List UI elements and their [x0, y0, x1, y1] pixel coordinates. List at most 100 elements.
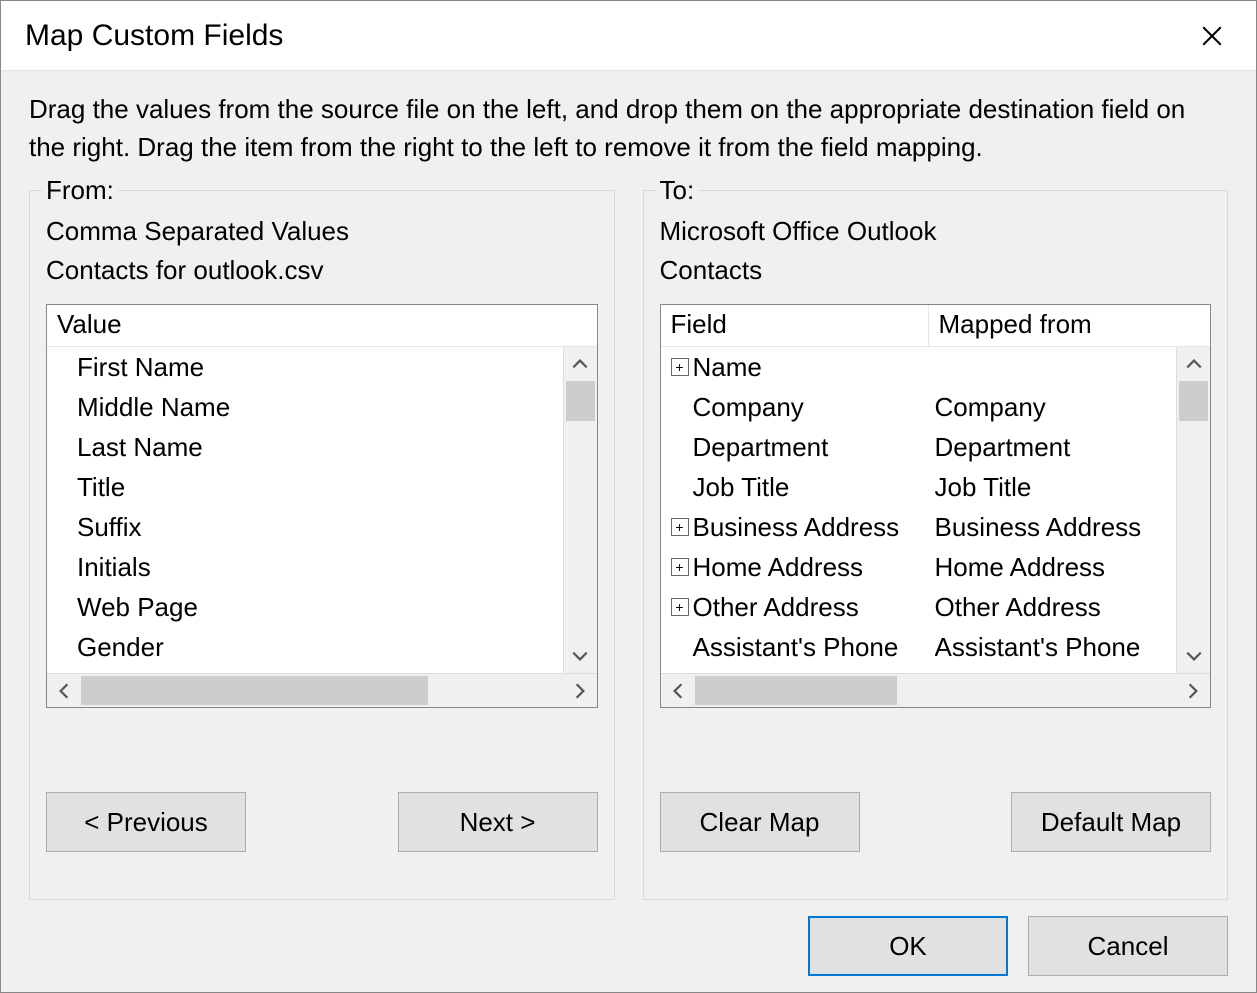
from-buttons: < Previous Next >	[46, 792, 598, 852]
scroll-track[interactable]	[1177, 381, 1210, 639]
list-item[interactable]: Suffix	[47, 507, 563, 547]
scroll-up-button[interactable]	[1177, 347, 1210, 381]
chevron-up-icon	[1185, 355, 1203, 373]
to-meta: Microsoft Office Outlook Contacts	[660, 212, 1212, 290]
mapped-from-cell: Other Address	[935, 592, 1177, 623]
chevron-left-icon	[55, 682, 73, 700]
list-item[interactable]: +Business AddressBusiness Address	[661, 507, 1177, 547]
scroll-down-button[interactable]	[564, 639, 597, 673]
value-cell: Web Page	[53, 592, 563, 623]
from-meta: Comma Separated Values Contacts for outl…	[46, 212, 598, 290]
from-rows: First Name Middle Name Last Name Title Suffi…	[47, 347, 563, 673]
previous-button[interactable]: < Previous	[46, 792, 246, 852]
mapped-from-cell: Assistant's Phone	[935, 632, 1177, 663]
to-label: To:	[656, 175, 699, 206]
next-button[interactable]: Next >	[398, 792, 598, 852]
scroll-up-button[interactable]	[564, 347, 597, 381]
mapped-from-cell: Department	[935, 432, 1177, 463]
field-cell: Job Title	[693, 472, 790, 503]
scroll-thumb[interactable]	[695, 676, 897, 705]
clear-map-button[interactable]: Clear Map	[660, 792, 860, 852]
value-cell: Last Name	[53, 432, 563, 463]
field-cell: Home Address	[693, 552, 864, 583]
dialog-title: Map Custom Fields	[25, 19, 1192, 53]
list-item[interactable]: First Name	[47, 347, 563, 387]
value-cell: Middle Name	[53, 392, 563, 423]
scroll-thumb[interactable]	[1179, 381, 1208, 421]
list-item[interactable]: Initials	[47, 547, 563, 587]
default-map-button[interactable]: Default Map	[1011, 792, 1211, 852]
scroll-thumb[interactable]	[81, 676, 428, 705]
from-file: Contacts for outlook.csv	[46, 251, 598, 290]
list-item[interactable]: Job Title Job Title	[661, 467, 1177, 507]
from-header-value[interactable]: Value	[47, 305, 597, 346]
list-item[interactable]: Company Company	[661, 387, 1177, 427]
scroll-down-button[interactable]	[1177, 639, 1210, 673]
mapped-from-cell: Business Address	[935, 512, 1177, 543]
value-cell: Initials	[53, 552, 563, 583]
scroll-track[interactable]	[564, 381, 597, 639]
expand-icon[interactable]: +	[671, 558, 689, 576]
to-buttons: Clear Map Default Map	[660, 792, 1212, 852]
to-list-body: +NameCompanyCompanyDepartmentDepartmentJ…	[661, 347, 1211, 673]
scroll-left-button[interactable]	[661, 674, 695, 707]
scroll-track[interactable]	[81, 674, 563, 707]
list-item[interactable]: +Home AddressHome Address	[661, 547, 1177, 587]
chevron-up-icon	[571, 355, 589, 373]
to-vscroll[interactable]	[1176, 347, 1210, 673]
map-custom-fields-dialog: Map Custom Fields Drag the values from t…	[0, 0, 1257, 993]
panes: From: Comma Separated Values Contacts fo…	[29, 190, 1228, 900]
to-group: To: Microsoft Office Outlook Contacts Fi…	[643, 190, 1229, 900]
chevron-down-icon	[571, 647, 589, 665]
from-vscroll[interactable]	[563, 347, 597, 673]
scroll-thumb[interactable]	[566, 381, 595, 421]
field-cell: Department	[693, 432, 829, 463]
mapped-from-cell: Home Address	[935, 552, 1177, 583]
cancel-button[interactable]: Cancel	[1028, 916, 1228, 976]
scroll-left-button[interactable]	[47, 674, 81, 707]
chevron-right-icon	[571, 682, 589, 700]
list-item[interactable]: Assistant's PhoneAssistant's Phone	[661, 627, 1177, 667]
value-cell: Title	[53, 472, 563, 503]
from-hscroll[interactable]	[47, 673, 597, 707]
value-cell: Gender	[53, 632, 563, 663]
chevron-left-icon	[669, 682, 687, 700]
value-cell: Suffix	[53, 512, 563, 543]
from-label: From:	[42, 175, 118, 206]
field-cell: Company	[693, 392, 804, 423]
list-item[interactable]: Gender	[47, 627, 563, 667]
expand-icon[interactable]: +	[671, 598, 689, 616]
to-app: Microsoft Office Outlook	[660, 212, 1212, 251]
close-button[interactable]	[1192, 16, 1232, 56]
expand-icon[interactable]: +	[671, 358, 689, 376]
scroll-right-button[interactable]	[1176, 674, 1210, 707]
mapped-from-cell: Job Title	[935, 472, 1177, 503]
chevron-right-icon	[1184, 682, 1202, 700]
to-list[interactable]: Field Mapped from +NameCompanyCompanyDep…	[660, 304, 1212, 708]
from-list[interactable]: Value First Name Middle Name Last Name Titl…	[46, 304, 598, 708]
instructions-text: Drag the values from the source file on …	[29, 91, 1228, 166]
list-item[interactable]: Web Page	[47, 587, 563, 627]
to-header-field[interactable]: Field	[661, 305, 929, 346]
scroll-track[interactable]	[695, 674, 1177, 707]
to-header-mapped[interactable]: Mapped from	[929, 305, 1211, 346]
list-item[interactable]: +Other AddressOther Address	[661, 587, 1177, 627]
list-item[interactable]: Department Department	[661, 427, 1177, 467]
mapped-from-cell: Company	[935, 392, 1177, 423]
to-hscroll[interactable]	[661, 673, 1211, 707]
list-item[interactable]: Middle Name	[47, 387, 563, 427]
from-format: Comma Separated Values	[46, 212, 598, 251]
from-group: From: Comma Separated Values Contacts fo…	[29, 190, 615, 900]
ok-button[interactable]: OK	[808, 916, 1008, 976]
chevron-down-icon	[1185, 647, 1203, 665]
field-cell: Name	[693, 352, 762, 383]
to-list-header: Field Mapped from	[661, 305, 1211, 347]
list-item[interactable]: +Name	[661, 347, 1177, 387]
scroll-right-button[interactable]	[563, 674, 597, 707]
titlebar: Map Custom Fields	[1, 1, 1256, 71]
list-item[interactable]: Title	[47, 467, 563, 507]
to-rows: +NameCompanyCompanyDepartmentDepartmentJ…	[661, 347, 1177, 673]
expand-icon[interactable]: +	[671, 518, 689, 536]
list-item[interactable]: Last Name	[47, 427, 563, 467]
from-list-header: Value	[47, 305, 597, 347]
